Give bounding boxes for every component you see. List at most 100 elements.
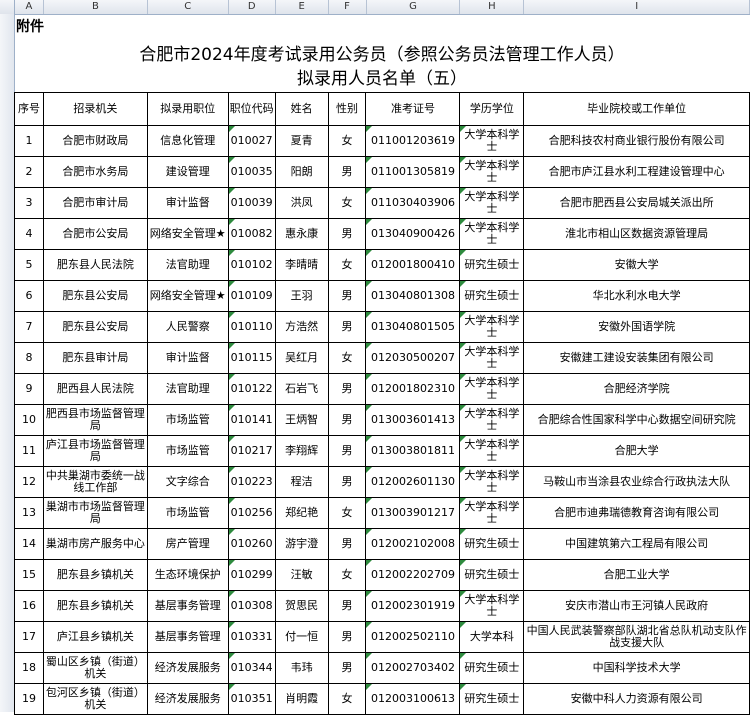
cell-degree[interactable]: 研究生硕士 xyxy=(459,528,525,560)
cell-code[interactable]: 010217 xyxy=(227,435,276,467)
cell-code[interactable]: 010110 xyxy=(227,311,276,343)
cell-degree[interactable]: 大学本科学士 xyxy=(459,404,525,436)
cell-seq[interactable]: 3 xyxy=(14,187,44,219)
cell-school[interactable]: 合肥科技农村商业银行股份有限公司 xyxy=(523,125,750,157)
cell-seq[interactable]: 4 xyxy=(14,218,44,250)
cell-gender[interactable]: 男 xyxy=(327,311,367,343)
cell-degree[interactable]: 大学本科学士 xyxy=(459,373,525,405)
cell-code[interactable]: 010308 xyxy=(227,590,276,622)
cell-name[interactable]: 石岩飞 xyxy=(274,373,329,405)
cell-gender[interactable]: 女 xyxy=(327,683,367,715)
cell-exam-no[interactable]: 012002703402 xyxy=(365,652,461,684)
cell-school[interactable]: 合肥经济学院 xyxy=(523,373,750,405)
row-header-bar[interactable] xyxy=(0,14,15,712)
cell-exam-no[interactable]: 011001203619 xyxy=(365,125,461,157)
cell-degree[interactable]: 大学本科学士 xyxy=(459,125,525,157)
cell-degree[interactable]: 研究生硕士 xyxy=(459,280,525,312)
column-header-i[interactable]: I xyxy=(524,0,750,14)
cell-degree[interactable]: 研究生硕士 xyxy=(459,249,525,281)
cell-gender[interactable]: 男 xyxy=(327,652,367,684)
cell-position[interactable]: 审计监督 xyxy=(146,342,229,374)
cell-gender[interactable]: 男 xyxy=(327,404,367,436)
cell-seq[interactable]: 11 xyxy=(14,435,44,467)
cell-gender[interactable]: 男 xyxy=(327,373,367,405)
cell-school[interactable]: 淮北市相山区数据资源管理局 xyxy=(523,218,750,250)
cell-name[interactable]: 夏青 xyxy=(274,125,329,157)
column-header-d[interactable]: D xyxy=(229,0,276,14)
cell-exam-no[interactable]: 012030500207 xyxy=(365,342,461,374)
cell-name[interactable]: 王炳智 xyxy=(274,404,329,436)
cell-exam-no[interactable]: 013003801811 xyxy=(365,435,461,467)
cell-name[interactable]: 洪凤 xyxy=(274,187,329,219)
cell-agency[interactable]: 巢湖市房产服务中心 xyxy=(42,528,148,560)
cell-position[interactable]: 市场监管 xyxy=(146,435,229,467)
header-school[interactable]: 毕业院校或工作单位 xyxy=(523,92,750,126)
cell-name[interactable]: 韦玮 xyxy=(274,652,329,684)
cell-degree[interactable]: 研究生硕士 xyxy=(459,683,525,715)
cell-position[interactable]: 市场监管 xyxy=(146,497,229,529)
header-gender[interactable]: 性别 xyxy=(327,92,367,126)
cell-name[interactable]: 肖明霞 xyxy=(274,683,329,715)
cell-seq[interactable]: 18 xyxy=(14,652,44,684)
cell-exam-no[interactable]: 013003601413 xyxy=(365,404,461,436)
cell-agency[interactable]: 合肥市审计局 xyxy=(42,187,148,219)
cell-gender[interactable]: 女 xyxy=(327,342,367,374)
cell-degree[interactable]: 大学本科学士 xyxy=(459,435,525,467)
cell-seq[interactable]: 2 xyxy=(14,156,44,188)
cell-gender[interactable]: 男 xyxy=(327,466,367,498)
cell-position[interactable]: 网络安全管理★ xyxy=(146,218,229,250)
column-header-c[interactable]: C xyxy=(148,0,229,14)
cell-agency[interactable]: 肥东县人民法院 xyxy=(42,249,148,281)
cell-name[interactable]: 汪敏 xyxy=(274,559,329,591)
cell-position[interactable]: 经济发展服务 xyxy=(146,683,229,715)
cell-seq[interactable]: 5 xyxy=(14,249,44,281)
cell-school[interactable]: 合肥工业大学 xyxy=(523,559,750,591)
cell-agency[interactable]: 肥东县公安局 xyxy=(42,311,148,343)
cell-seq[interactable]: 7 xyxy=(14,311,44,343)
cell-code[interactable]: 010115 xyxy=(227,342,276,374)
cell-code[interactable]: 010082 xyxy=(227,218,276,250)
cell-exam-no[interactable]: 013040801308 xyxy=(365,280,461,312)
cell-exam-no[interactable]: 012002102008 xyxy=(365,528,461,560)
cell-degree[interactable]: 大学本科学士 xyxy=(459,218,525,250)
cell-name[interactable]: 李晴晴 xyxy=(274,249,329,281)
cell-code[interactable]: 010035 xyxy=(227,156,276,188)
cell-seq[interactable]: 19 xyxy=(14,683,44,715)
cell-name[interactable]: 阳朗 xyxy=(274,156,329,188)
cell-code[interactable]: 010344 xyxy=(227,652,276,684)
header-exam-no[interactable]: 准考证号 xyxy=(365,92,461,126)
cell-name[interactable]: 李翔辉 xyxy=(274,435,329,467)
cell-code[interactable]: 010109 xyxy=(227,280,276,312)
cell-code[interactable]: 010299 xyxy=(227,559,276,591)
cell-seq[interactable]: 10 xyxy=(14,404,44,436)
cell-agency[interactable]: 巢湖市市场监督管理局 xyxy=(42,497,148,529)
cell-agency[interactable]: 肥西县市场监督管理局 xyxy=(42,404,148,436)
cell-school[interactable]: 合肥市迪弗瑞德教育咨询有限公司 xyxy=(523,497,750,529)
cell-position[interactable]: 人民警察 xyxy=(146,311,229,343)
cell-code[interactable]: 010260 xyxy=(227,528,276,560)
cell-school[interactable]: 安庆市潜山市王河镇人民政府 xyxy=(523,590,750,622)
cell-position[interactable]: 房产管理 xyxy=(146,528,229,560)
cell-school[interactable]: 安徽建工建设安装集团有限公司 xyxy=(523,342,750,374)
cell-agency[interactable]: 合肥市水务局 xyxy=(42,156,148,188)
cell-gender[interactable]: 女 xyxy=(327,559,367,591)
cell-exam-no[interactable]: 013040900426 xyxy=(365,218,461,250)
cell-name[interactable]: 吴红月 xyxy=(274,342,329,374)
cell-name[interactable]: 付一恒 xyxy=(274,621,329,653)
cell-position[interactable]: 网络安全管理★ xyxy=(146,280,229,312)
cell-gender[interactable]: 男 xyxy=(327,280,367,312)
cell-agency[interactable]: 中共巢湖市委统一战线工作部 xyxy=(42,466,148,498)
cell-degree[interactable]: 研究生硕士 xyxy=(459,652,525,684)
cell-position[interactable]: 文字综合 xyxy=(146,466,229,498)
cell-agency[interactable]: 合肥市公安局 xyxy=(42,218,148,250)
cell-position[interactable]: 法官助理 xyxy=(146,373,229,405)
cell-position[interactable]: 法官助理 xyxy=(146,249,229,281)
cell-gender[interactable]: 女 xyxy=(327,249,367,281)
cell-position[interactable]: 市场监管 xyxy=(146,404,229,436)
select-all-corner[interactable] xyxy=(0,0,15,14)
cell-position[interactable]: 经济发展服务 xyxy=(146,652,229,684)
cell-agency[interactable]: 合肥市财政局 xyxy=(42,125,148,157)
cell-exam-no[interactable]: 012001802310 xyxy=(365,373,461,405)
cell-agency[interactable]: 肥东县审计局 xyxy=(42,342,148,374)
cell-school[interactable]: 华北水利水电大学 xyxy=(523,280,750,312)
